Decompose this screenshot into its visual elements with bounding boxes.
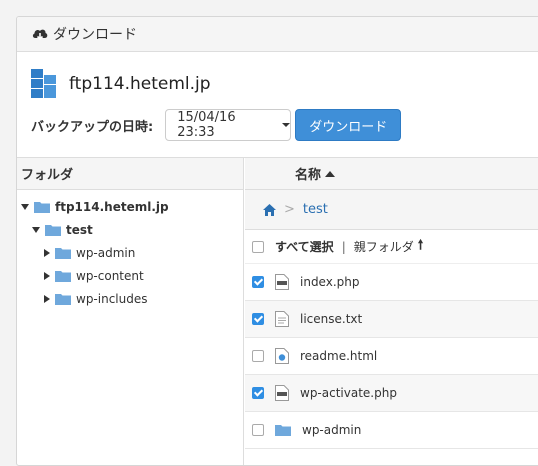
download-button[interactable]: ダウンロード xyxy=(295,109,402,141)
file-checkbox[interactable] xyxy=(252,387,264,399)
expand-toggle-icon[interactable] xyxy=(32,227,40,233)
panel-title: ダウンロード xyxy=(53,27,137,43)
text-file-icon xyxy=(275,311,289,327)
collapse-toggle-icon[interactable] xyxy=(44,295,50,303)
backup-datetime-label: バックアップの日時: xyxy=(31,119,154,135)
server-icon xyxy=(31,69,57,99)
folder-icon xyxy=(55,271,71,282)
breadcrumb: > test xyxy=(245,190,538,230)
folder-icon xyxy=(45,225,61,236)
cloud-download-icon xyxy=(31,26,49,42)
tree-node-label: test xyxy=(66,223,93,237)
folder-icon xyxy=(275,425,291,436)
folder-icon xyxy=(34,202,50,213)
select-all-checkbox[interactable] xyxy=(252,240,264,253)
home-icon[interactable] xyxy=(263,203,276,216)
file-name: readme.html xyxy=(300,349,378,363)
sort-ascending-icon xyxy=(325,170,336,177)
tree-node-test[interactable]: test xyxy=(32,223,93,237)
file-name: index.php xyxy=(300,275,360,289)
tree-node-wp-admin[interactable]: wp-admin xyxy=(44,246,135,260)
tree-node-label: wp-includes xyxy=(76,292,148,306)
file-row[interactable]: wp-activate.php xyxy=(245,375,538,412)
file-name: wp-admin xyxy=(302,423,362,437)
file-checkbox[interactable] xyxy=(252,276,264,288)
tree-node-label: ftp114.heteml.jp xyxy=(55,200,169,214)
php-file-icon xyxy=(275,385,289,401)
folder-header: フォルダ xyxy=(17,158,243,190)
parent-folder-link[interactable]: 親フォルダ xyxy=(354,238,414,255)
file-checkbox[interactable] xyxy=(252,313,264,325)
download-panel: ダウンロード ftp114.heteml.jp バックアップの日時: 15/04… xyxy=(16,16,538,466)
file-checkbox[interactable] xyxy=(252,424,264,436)
file-row[interactable]: readme.html xyxy=(245,338,538,375)
divider: | xyxy=(341,239,346,254)
file-row[interactable]: index.php xyxy=(245,264,538,301)
arrow-up-icon[interactable]: 🠕 xyxy=(418,236,424,258)
breadcrumb-separator: > xyxy=(284,202,295,217)
expand-toggle-icon[interactable] xyxy=(21,204,29,210)
name-column-label: 名称 xyxy=(295,168,322,183)
breadcrumb-current[interactable]: test xyxy=(303,202,328,217)
panel-heading: ダウンロード xyxy=(17,17,538,52)
tree-node-wp-includes[interactable]: wp-includes xyxy=(44,292,148,306)
file-browser: フォルダ ftp114.heteml.jp test wp-admin wp-c… xyxy=(17,157,538,465)
backup-row: バックアップの日時: 15/04/16 23:33 ダウンロード xyxy=(31,109,402,141)
tree-node-label: wp-content xyxy=(76,269,144,283)
file-checkbox[interactable] xyxy=(252,350,264,362)
name-column-header[interactable]: 名称 xyxy=(245,158,538,190)
folder-tree-pane: フォルダ ftp114.heteml.jp test wp-admin wp-c… xyxy=(17,158,244,465)
selected-datetime: 15/04/16 23:33 xyxy=(177,110,236,140)
file-list-pane: 名称 > test すべて選択 | 親フォルダ 🠕 index.php lice… xyxy=(245,158,538,465)
chevron-down-icon xyxy=(282,123,291,127)
server-row: ftp114.heteml.jp xyxy=(31,69,211,99)
folder-icon xyxy=(55,294,71,305)
file-row[interactable]: license.txt xyxy=(245,301,538,338)
select-all-row: すべて選択 | 親フォルダ 🠕 xyxy=(245,230,538,264)
tree-node-root[interactable]: ftp114.heteml.jp xyxy=(21,200,169,214)
collapse-toggle-icon[interactable] xyxy=(44,249,50,257)
backup-datetime-select[interactable]: 15/04/16 23:33 xyxy=(165,109,292,141)
file-name: license.txt xyxy=(300,312,363,326)
file-name: wp-activate.php xyxy=(300,386,397,400)
select-all-label[interactable]: すべて選択 xyxy=(275,238,334,255)
file-row[interactable]: wp-admin xyxy=(245,412,538,449)
php-file-icon xyxy=(275,274,289,290)
tree-node-label: wp-admin xyxy=(76,246,136,260)
html-file-icon xyxy=(275,348,289,364)
server-host: ftp114.heteml.jp xyxy=(69,74,211,94)
folder-icon xyxy=(55,248,71,259)
collapse-toggle-icon[interactable] xyxy=(44,272,50,280)
tree-node-wp-content[interactable]: wp-content xyxy=(44,269,144,283)
